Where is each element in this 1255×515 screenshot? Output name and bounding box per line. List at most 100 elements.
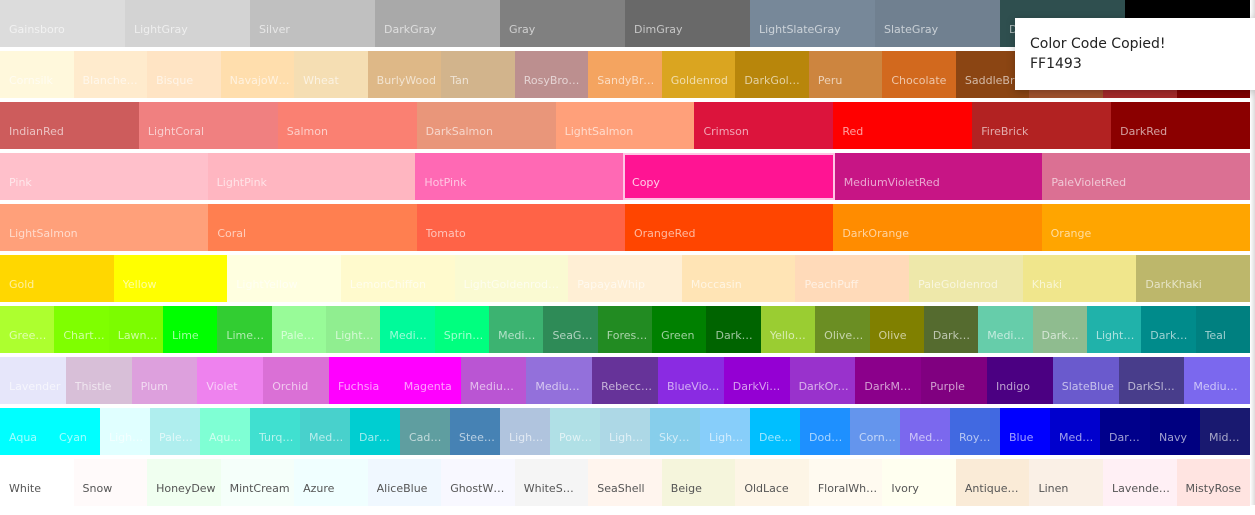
color-swatch[interactable]: CornflowerBlue [850, 408, 900, 455]
color-swatch[interactable]: Fuchsia [328, 357, 395, 404]
color-swatch[interactable]: Gainsboro [0, 0, 125, 47]
color-swatch[interactable]: DimGray [625, 0, 750, 47]
color-swatch[interactable]: GhostWhite [441, 459, 515, 506]
color-swatch[interactable]: Goldenrod [661, 51, 736, 98]
color-swatch[interactable]: Snow [73, 459, 148, 506]
color-swatch[interactable]: LightGray [125, 0, 250, 47]
color-swatch[interactable]: DeepSkyBlue [750, 408, 800, 455]
color-swatch[interactable]: Navy [1150, 408, 1200, 455]
color-swatch[interactable]: Blue [1000, 408, 1050, 455]
color-swatch[interactable]: SeaShell [588, 459, 662, 506]
color-swatch[interactable]: Turquoise [250, 408, 300, 455]
color-swatch[interactable]: DarkTurquoise [350, 408, 400, 455]
color-swatch[interactable]: Silver [250, 0, 375, 47]
color-swatch[interactable]: OliveDrab [815, 306, 870, 353]
color-swatch[interactable]: SkyBlue [650, 408, 700, 455]
color-swatch[interactable]: MediumOrchid [460, 357, 527, 404]
color-swatch[interactable]: LightGoldenrodYellow [454, 255, 569, 302]
color-swatch[interactable]: LavenderBlush [1102, 459, 1177, 506]
color-swatch[interactable]: Magenta [394, 357, 461, 404]
color-swatch[interactable]: Orchid [263, 357, 329, 404]
color-swatch[interactable]: DarkViolet [723, 357, 790, 404]
color-swatch[interactable]: Bisque [147, 51, 221, 98]
color-swatch[interactable]: LimeGreen [217, 306, 272, 353]
color-swatch[interactable]: GreenYellow [0, 306, 55, 353]
color-swatch[interactable]: BlanchedAlmond [73, 51, 148, 98]
color-swatch[interactable]: DarkMagenta [855, 357, 922, 404]
color-swatch[interactable]: LightSalmon [555, 102, 695, 149]
color-swatch[interactable]: Orange [1041, 204, 1250, 251]
color-swatch[interactable]: DarkCyan [1141, 306, 1196, 353]
color-swatch[interactable]: OrangeRed [624, 204, 834, 251]
color-swatch[interactable]: PowderBlue [550, 408, 600, 455]
color-swatch[interactable]: Red [833, 102, 973, 149]
color-swatch[interactable]: Lavender [0, 357, 66, 404]
color-swatch[interactable]: MediumSeaGreen [489, 306, 544, 353]
color-swatch[interactable]: Teal [1195, 306, 1250, 353]
color-swatch[interactable]: MediumSlateBlue [900, 408, 950, 455]
color-swatch[interactable]: Linen [1029, 459, 1103, 506]
color-swatch[interactable]: Gold [0, 255, 114, 302]
color-swatch[interactable]: IndianRed [0, 102, 139, 149]
color-swatch[interactable]: SlateGray [875, 0, 1000, 47]
color-swatch[interactable]: PeachPuff [795, 255, 910, 302]
color-swatch[interactable]: FloralWhite [808, 459, 883, 506]
color-swatch[interactable]: DarkOrchid [789, 357, 856, 404]
color-swatch[interactable]: HotPink [415, 153, 624, 200]
color-swatch[interactable]: Peru [808, 51, 883, 98]
color-swatch[interactable]: AntiqueWhite [955, 459, 1030, 506]
color-swatch[interactable]: SandyBrown [588, 51, 662, 98]
color-swatch[interactable]: DarkGray [375, 0, 500, 47]
color-swatch[interactable]: Salmon [277, 102, 417, 149]
color-swatch[interactable]: Copy [623, 153, 835, 200]
color-swatch[interactable]: Ivory [882, 459, 956, 506]
color-swatch[interactable]: LightGreen [326, 306, 381, 353]
color-swatch[interactable]: Olive [869, 306, 924, 353]
color-swatch[interactable]: CadetBlue [400, 408, 450, 455]
color-swatch[interactable]: MediumTurquoise [300, 408, 350, 455]
color-swatch[interactable]: MidnightBlue [1200, 408, 1250, 455]
color-swatch[interactable]: BurlyWood [367, 51, 442, 98]
color-swatch[interactable]: Purple [921, 357, 987, 404]
color-swatch[interactable]: LightSeaGreen [1086, 306, 1142, 353]
color-swatch[interactable]: ForestGreen [597, 306, 653, 353]
color-swatch[interactable]: LawnGreen [108, 306, 164, 353]
color-swatch[interactable]: Crimson [694, 102, 834, 149]
color-swatch[interactable]: DarkRed [1111, 102, 1251, 149]
color-swatch[interactable]: PaleGoldenrod [909, 255, 1023, 302]
color-swatch[interactable]: DarkGreen [706, 306, 761, 353]
color-swatch[interactable]: Chocolate [882, 51, 956, 98]
color-swatch[interactable]: LightSkyBlue [700, 408, 750, 455]
color-swatch[interactable]: LightBlue [600, 408, 650, 455]
color-swatch[interactable]: Chartreuse [54, 306, 109, 353]
color-swatch[interactable]: DodgerBlue [800, 408, 850, 455]
color-swatch[interactable]: Cornsilk [0, 51, 74, 98]
color-swatch[interactable]: MediumPurple [526, 357, 593, 404]
color-swatch[interactable]: LightPink [207, 153, 416, 200]
color-swatch[interactable]: Coral [208, 204, 417, 251]
color-swatch[interactable]: FireBrick [972, 102, 1112, 149]
color-swatch[interactable]: PaleGreen [271, 306, 327, 353]
color-swatch[interactable]: SlateBlue [1052, 357, 1119, 404]
color-swatch[interactable]: PaleVioletRed [1042, 153, 1251, 200]
color-swatch[interactable]: Indigo [986, 357, 1053, 404]
color-swatch[interactable]: DarkGoldenrod [735, 51, 809, 98]
color-swatch[interactable]: Violet [197, 357, 264, 404]
color-swatch[interactable]: RosyBrown [514, 51, 589, 98]
color-swatch[interactable]: Pink [0, 153, 208, 200]
color-swatch[interactable]: DarkOrange [833, 204, 1042, 251]
color-swatch[interactable]: Green [652, 306, 707, 353]
color-swatch[interactable]: Cyan [50, 408, 100, 455]
color-swatch[interactable]: RoyalBlue [950, 408, 1000, 455]
color-swatch[interactable]: MintCream [220, 459, 295, 506]
color-swatch[interactable]: HoneyDew [147, 459, 221, 506]
color-swatch[interactable]: Plum [131, 357, 198, 404]
color-swatch[interactable]: MediumVioletRed [834, 153, 1043, 200]
color-swatch[interactable]: Tomato [416, 204, 625, 251]
color-swatch[interactable]: Gray [500, 0, 625, 47]
color-swatch[interactable]: WhiteSmoke [514, 459, 589, 506]
color-swatch[interactable]: SeaGreen [543, 306, 598, 353]
color-swatch[interactable]: NavajoWhite [220, 51, 295, 98]
color-swatch[interactable]: DarkOliveGreen [923, 306, 979, 353]
color-swatch[interactable]: MediumAquamarine [978, 306, 1033, 353]
